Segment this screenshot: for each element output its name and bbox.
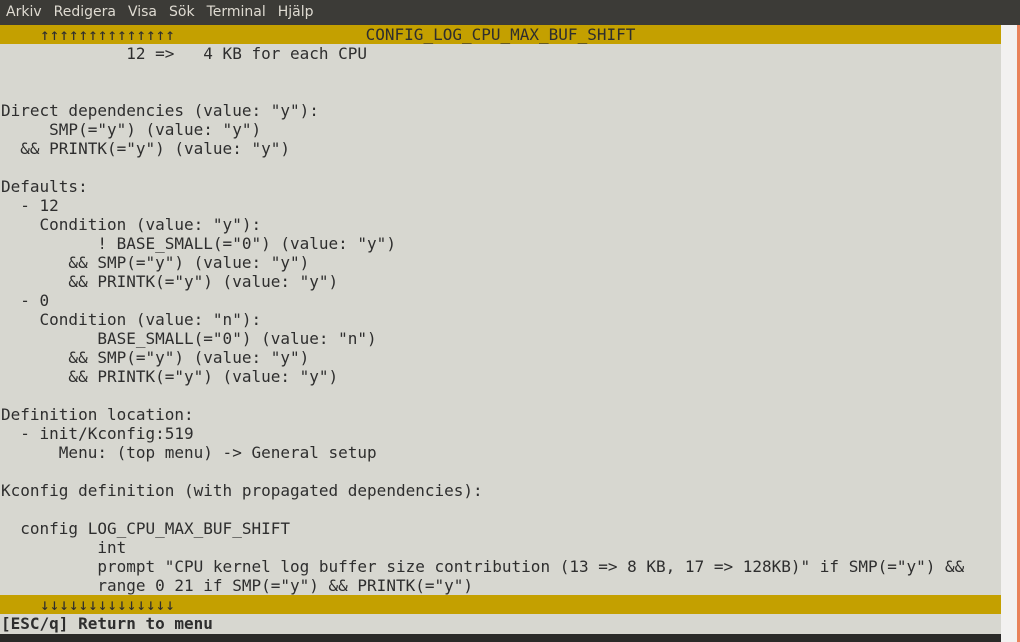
help-text: 12 => 4 KB for each CPU Direct dependenc… <box>1 44 1001 595</box>
scroll-down-indicator[interactable]: ↓↓↓↓↓↓↓↓↓↓↓↓↓↓ <box>40 595 175 614</box>
text-line: Kconfig definition (with propagated depe… <box>1 481 483 500</box>
text-line: int <box>1 538 127 557</box>
text-line: prompt "CPU kernel log buffer size contr… <box>1 557 965 576</box>
terminal-window[interactable]: ↑↑↑↑↑↑↑↑↑↑↑↑↑↑ CONFIG_LOG_CPU_MAX_BUF_SH… <box>0 25 1001 634</box>
text-line: Condition (value: "n"): <box>1 310 262 329</box>
menu-terminal[interactable]: Terminal <box>201 0 272 25</box>
text-line: && PRINTK(="y") (value: "y") <box>1 367 339 386</box>
config-title: CONFIG_LOG_CPU_MAX_BUF_SHIFT <box>365 25 636 44</box>
text-line: && PRINTK(="y") (value: "y") <box>1 272 339 291</box>
text-line <box>1 500 1001 519</box>
text-line: && SMP(="y") (value: "y") <box>1 348 310 367</box>
text-line: Menu: (top menu) -> General setup <box>1 443 377 462</box>
text-line: - 12 <box>1 196 59 215</box>
window-bottom-border <box>0 634 1001 642</box>
text-line <box>1 63 1001 82</box>
text-line: config LOG_CPU_MAX_BUF_SHIFT <box>1 519 290 538</box>
return-to-menu-hint[interactable]: [ESC/q] Return to menu <box>1 614 213 633</box>
text-line: SMP(="y") (value: "y") <box>1 120 262 139</box>
text-line <box>1 82 1001 101</box>
text-line <box>1 158 1001 177</box>
text-line: && PRINTK(="y") (value: "y") <box>1 139 290 158</box>
window-edge <box>1001 25 1020 642</box>
menu-arkiv[interactable]: Arkiv <box>0 0 48 25</box>
help-bottom-bar: ↓↓↓↓↓↓↓↓↓↓↓↓↓↓ <box>0 595 1001 614</box>
text-line <box>1 386 1001 405</box>
text-line: range 0 21 if SMP(="y") && PRINTK(="y") <box>1 576 474 595</box>
text-line: Definition location: <box>1 405 194 424</box>
help-title-bar: ↑↑↑↑↑↑↑↑↑↑↑↑↑↑ CONFIG_LOG_CPU_MAX_BUF_SH… <box>0 25 1001 44</box>
text-line: - 0 <box>1 291 50 310</box>
text-line: && SMP(="y") (value: "y") <box>1 253 310 272</box>
text-line: Defaults: <box>1 177 88 196</box>
text-line: - init/Kconfig:519 <box>1 424 194 443</box>
menu-redigera[interactable]: Redigera <box>48 0 122 25</box>
menu-hjalp[interactable]: Hjälp <box>272 0 320 25</box>
text-line <box>1 462 1001 481</box>
text-line: 12 => 4 KB for each CPU <box>1 44 368 63</box>
menu-visa[interactable]: Visa <box>122 0 163 25</box>
text-line: Direct dependencies (value: "y"): <box>1 101 319 120</box>
menu-sok[interactable]: Sök <box>163 0 201 25</box>
text-line: BASE_SMALL(="0") (value: "n") <box>1 329 377 348</box>
text-line: Condition (value: "y"): <box>1 215 262 234</box>
text-line: ! BASE_SMALL(="0") (value: "y") <box>1 234 396 253</box>
menubar: Arkiv Redigera Visa Sök Terminal Hjälp <box>0 0 1020 25</box>
